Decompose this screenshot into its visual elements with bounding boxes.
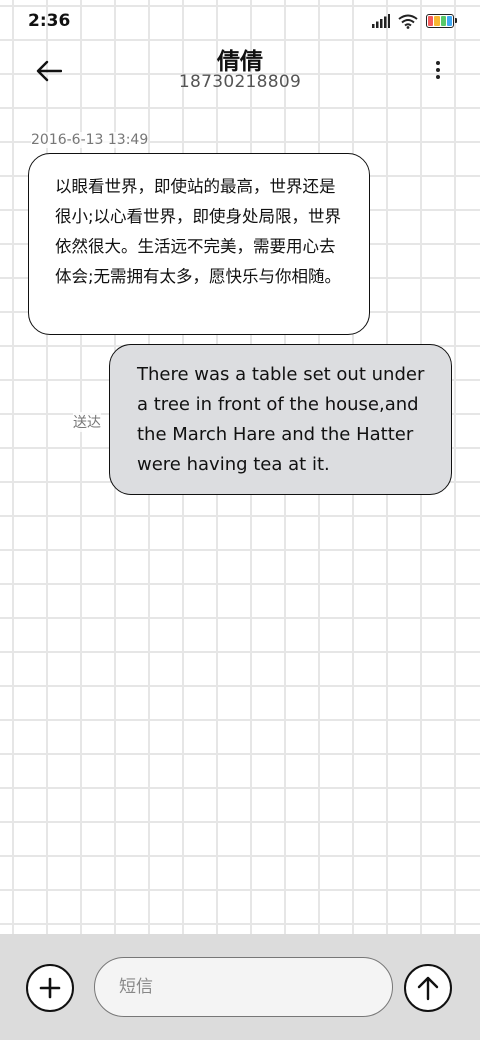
arrow-up-icon: [417, 976, 439, 1001]
outgoing-message-bubble[interactable]: There was a table set out under a tree i…: [109, 344, 452, 495]
composer-bar: [0, 934, 480, 1040]
status-icons: [372, 14, 457, 29]
contact-number: 18730218809: [178, 72, 302, 92]
incoming-message-bubble[interactable]: 以眼看世界，即使站的最高，世界还是很小;以心看世界，即使身处局限，世界依然很大。…: [28, 153, 370, 335]
wifi-icon: [398, 14, 418, 29]
incoming-message-text: 以眼看世界，即使站的最高，世界还是很小;以心看世界，即使身处局限，世界依然很大。…: [55, 177, 342, 286]
outgoing-message-text: There was a table set out under a tree i…: [137, 364, 425, 475]
more-vertical-icon: [436, 61, 440, 65]
battery-icon: [426, 14, 457, 28]
status-time: 2:36: [28, 11, 71, 31]
delivery-status: 送达: [73, 412, 101, 432]
contact-name: 倩倩: [217, 49, 263, 75]
sms-input[interactable]: [94, 957, 393, 1017]
send-button[interactable]: [404, 964, 452, 1012]
plus-icon: [39, 977, 61, 999]
signal-icon: [372, 14, 390, 28]
conversation-header: 倩倩 18730218809: [0, 42, 480, 102]
status-bar: 2:36: [0, 0, 480, 42]
add-attachment-button[interactable]: [26, 964, 74, 1012]
more-options-button[interactable]: [426, 54, 450, 86]
message-timestamp: 2016-6-13 13:49: [31, 132, 149, 148]
